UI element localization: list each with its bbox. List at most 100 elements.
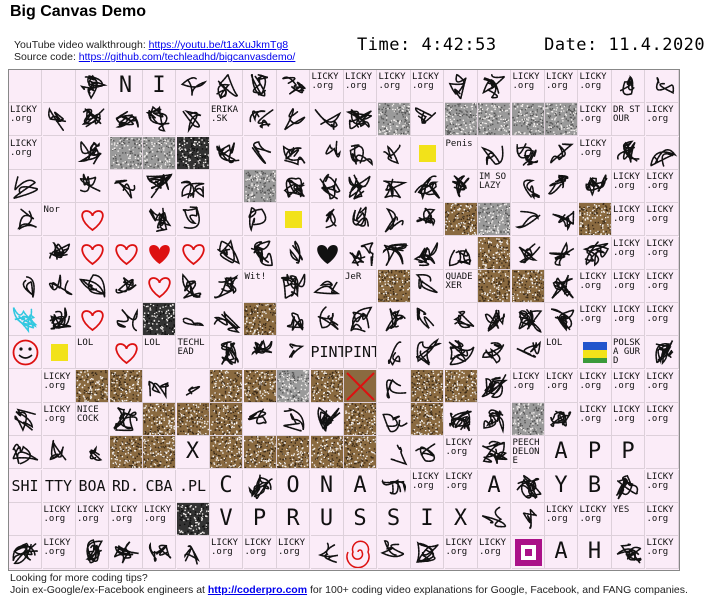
- noise-tile[interactable]: [277, 369, 310, 403]
- text-tile[interactable]: TECHLEAD: [176, 336, 210, 370]
- drawing-tile[interactable]: [377, 536, 411, 570]
- noise-tile[interactable]: [310, 436, 344, 470]
- drawing-tile[interactable]: [377, 203, 411, 237]
- licky-tile[interactable]: LICKY .org: [578, 103, 612, 137]
- drawing-tile[interactable]: [76, 536, 109, 570]
- drawing-tile[interactable]: [578, 236, 612, 270]
- drawing-tile[interactable]: [478, 303, 511, 337]
- drawing-tile[interactable]: [109, 403, 143, 436]
- drawing-tile[interactable]: [210, 136, 243, 170]
- noise-tile[interactable]: [344, 436, 377, 470]
- big-canvas[interactable]: N I LICKY .org LICKY .org LICKY .org LICKY .o…: [8, 69, 680, 571]
- drawing-tile[interactable]: [277, 303, 310, 337]
- letter-tile[interactable]: A: [344, 469, 377, 503]
- licky-tile[interactable]: LICKY .org: [645, 369, 679, 403]
- drawing-tile[interactable]: [612, 136, 645, 170]
- drawing-tile[interactable]: [277, 236, 310, 270]
- licky-tile[interactable]: LICKY .org: [645, 536, 679, 570]
- drawing-tile[interactable]: [612, 536, 645, 570]
- licky-tile[interactable]: LICKY .org: [478, 536, 511, 570]
- empty-tile[interactable]: [9, 70, 42, 103]
- drawing-tile[interactable]: [511, 536, 545, 570]
- text-tile[interactable]: Penis: [444, 136, 478, 170]
- drawing-tile[interactable]: [176, 303, 210, 337]
- noise-tile[interactable]: [411, 369, 444, 403]
- drawing-tile[interactable]: [377, 169, 411, 203]
- heart-tile[interactable]: [109, 336, 143, 370]
- letter-tile[interactable]: A: [545, 536, 578, 570]
- drawing-tile[interactable]: [143, 203, 176, 237]
- empty-tile[interactable]: [9, 502, 42, 536]
- licky-tile[interactable]: LICKY .org: [9, 136, 42, 170]
- drawing-tile[interactable]: [478, 70, 511, 103]
- drawing-tile[interactable]: [109, 269, 143, 303]
- empty-tile[interactable]: [210, 203, 243, 237]
- licky-tile[interactable]: LICKY .org: [645, 169, 679, 203]
- drawing-tile[interactable]: [243, 469, 277, 503]
- text-tile[interactable]: YES: [612, 502, 645, 536]
- drawing-tile[interactable]: [243, 103, 277, 137]
- drawing-tile[interactable]: [411, 336, 444, 370]
- noise-tile[interactable]: [411, 403, 444, 436]
- drawing-tile[interactable]: [411, 136, 444, 170]
- noise-tile[interactable]: [478, 103, 511, 137]
- drawing-tile[interactable]: [411, 269, 444, 303]
- drawing-tile[interactable]: [42, 336, 76, 370]
- letter-tile[interactable]: X: [176, 436, 210, 470]
- drawing-tile[interactable]: [9, 203, 42, 237]
- drawing-tile[interactable]: [444, 303, 478, 337]
- licky-tile[interactable]: LICKY .org: [612, 203, 645, 237]
- letter-tile[interactable]: TTY: [42, 469, 76, 503]
- noise-tile[interactable]: [210, 369, 243, 403]
- licky-tile[interactable]: LICKY .org: [109, 502, 143, 536]
- licky-tile[interactable]: LICKY .org: [578, 303, 612, 337]
- drawing-tile[interactable]: [176, 269, 210, 303]
- licky-tile[interactable]: LICKY .org: [645, 469, 679, 503]
- letter-tile[interactable]: PINT: [310, 336, 344, 370]
- drawing-tile[interactable]: [277, 169, 310, 203]
- letter-tile[interactable]: P: [578, 436, 612, 470]
- licky-tile[interactable]: LICKY .org: [578, 369, 612, 403]
- drawing-tile[interactable]: [176, 169, 210, 203]
- licky-tile[interactable]: LICKY .org: [645, 269, 679, 303]
- letter-tile[interactable]: S: [377, 502, 411, 536]
- licky-tile[interactable]: LICKY .org: [578, 403, 612, 436]
- coderpro-link[interactable]: http://coderpro.com: [208, 584, 307, 596]
- licky-tile[interactable]: LICKY .org: [143, 502, 176, 536]
- letter-tile[interactable]: CBA: [143, 469, 176, 503]
- letter-tile[interactable]: Y: [545, 469, 578, 503]
- heart-tile[interactable]: [76, 303, 109, 337]
- drawing-tile[interactable]: [511, 136, 545, 170]
- licky-tile[interactable]: LICKY .org: [612, 236, 645, 270]
- letter-tile[interactable]: O: [277, 469, 310, 503]
- drawing-tile[interactable]: [377, 469, 411, 503]
- drawing-tile[interactable]: [143, 536, 176, 570]
- letter-tile[interactable]: .PL: [176, 469, 210, 503]
- text-tile[interactable]: Nor: [42, 203, 76, 237]
- text-tile[interactable]: ERIKA .SK: [210, 103, 243, 137]
- drawing-tile[interactable]: [377, 136, 411, 170]
- licky-tile[interactable]: LICKY .org: [645, 203, 679, 237]
- noise-tile[interactable]: [478, 236, 511, 270]
- drawing-tile[interactable]: [310, 403, 344, 436]
- drawing-tile[interactable]: [9, 336, 42, 370]
- noise-tile[interactable]: [511, 403, 545, 436]
- drawing-tile[interactable]: [478, 436, 511, 470]
- drawing-tile[interactable]: [578, 336, 612, 370]
- drawing-tile[interactable]: [511, 336, 545, 370]
- drawing-tile[interactable]: [76, 436, 109, 470]
- licky-tile[interactable]: LICKY .org: [578, 70, 612, 103]
- drawing-tile[interactable]: [578, 169, 612, 203]
- drawing-tile[interactable]: [411, 436, 444, 470]
- letter-tile[interactable]: H: [578, 536, 612, 570]
- drawing-tile[interactable]: [210, 269, 243, 303]
- letter-tile[interactable]: RD.: [109, 469, 143, 503]
- drawing-tile[interactable]: [511, 502, 545, 536]
- noise-tile[interactable]: [444, 103, 478, 137]
- letter-tile[interactable]: V: [210, 502, 243, 536]
- drawing-tile[interactable]: [243, 203, 277, 237]
- licky-tile[interactable]: LICKY .org: [612, 303, 645, 337]
- drawing-tile[interactable]: [645, 136, 679, 170]
- drawing-tile[interactable]: [42, 269, 76, 303]
- licky-tile[interactable]: LICKY .org: [42, 536, 76, 570]
